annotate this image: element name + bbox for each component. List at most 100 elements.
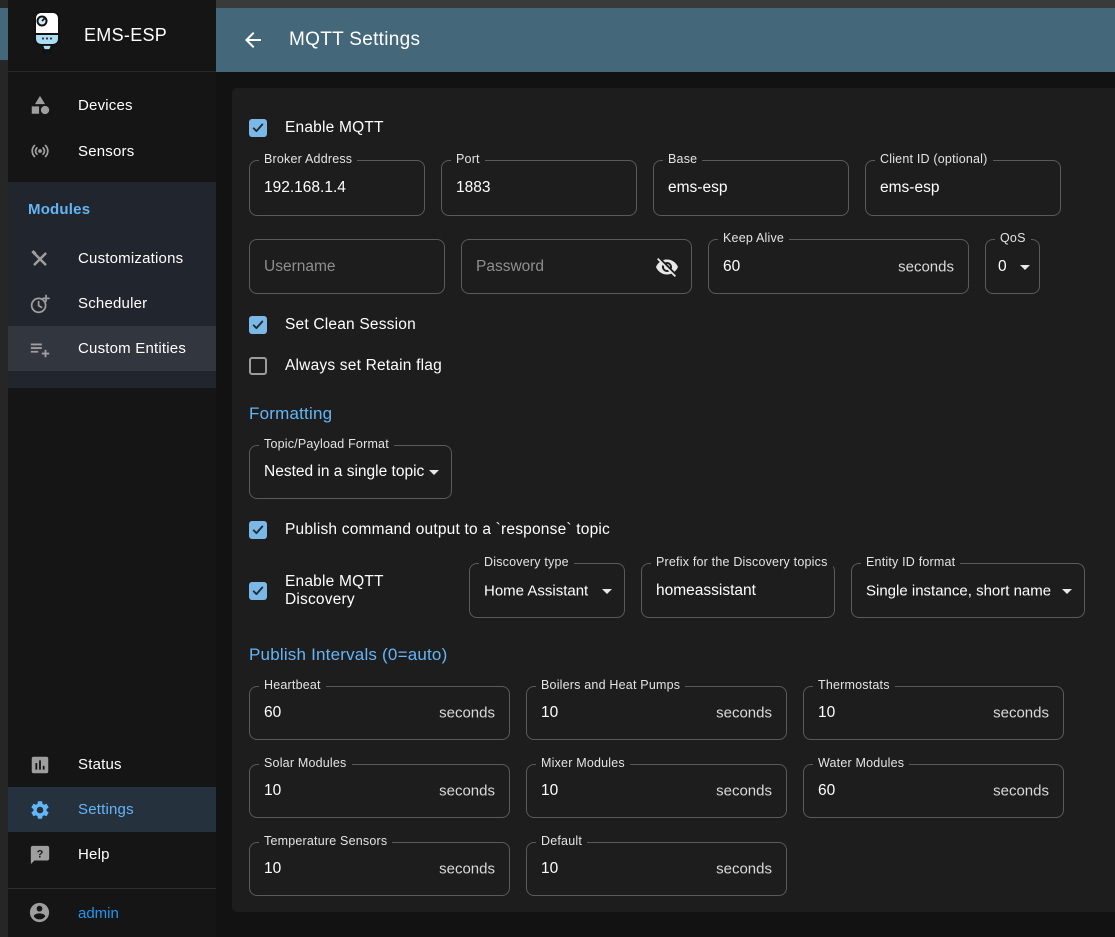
account-circle-icon (28, 901, 52, 925)
field-label: Mixer Modules (536, 756, 630, 770)
field-value: 10 (541, 860, 558, 878)
construction-icon (28, 247, 52, 271)
sidebar-item-label: Devices (78, 97, 133, 114)
publish-response-row: Publish command output to a `response` t… (249, 518, 1085, 542)
discovery-type-select[interactable]: Discovery type Home Assistant (469, 563, 625, 618)
water-interval-field[interactable]: Water Modules 60 seconds (803, 764, 1064, 818)
base-field[interactable]: Base ems-esp (653, 160, 849, 216)
field-label: Broker Address (259, 152, 357, 166)
intervals-grid: Heartbeat 60 seconds Boilers and Heat Pu… (249, 686, 1085, 896)
entity-id-format-select[interactable]: Entity ID format Single instance, short … (851, 563, 1085, 618)
chevron-down-icon (1062, 589, 1072, 594)
set-clean-session-checkbox[interactable] (249, 316, 267, 334)
field-label: Base (663, 152, 702, 166)
field-value: 10 (264, 860, 281, 878)
retain-flag-checkbox[interactable] (249, 357, 267, 375)
keep-alive-field[interactable]: Keep Alive 60 seconds (708, 239, 969, 294)
field-value: 10 (264, 782, 281, 800)
app-title: EMS-ESP (84, 25, 167, 46)
sidebar-nav-bottom: Status Settings ? Help (8, 742, 216, 877)
enable-discovery-label: Enable MQTT Discovery (285, 573, 429, 609)
field-label: QoS (995, 231, 1031, 245)
sidebar-item-scheduler[interactable]: Scheduler (8, 281, 216, 326)
broker-fields-row: Broker Address 192.168.1.4 Port 1883 Bas… (249, 160, 1085, 216)
enable-discovery-checkbox[interactable] (249, 582, 267, 600)
sidebar-item-label: Customizations (78, 250, 183, 267)
category-icon (28, 93, 52, 117)
sidebar-item-devices[interactable]: Devices (8, 82, 216, 128)
publish-response-checkbox[interactable] (249, 521, 267, 539)
field-label: Heartbeat (259, 678, 326, 692)
sidebar-modules-section: Modules Customizations (8, 182, 216, 388)
sidebar-spacer (8, 388, 216, 742)
qos-select[interactable]: QoS 0 (985, 239, 1040, 294)
field-value: 192.168.1.4 (264, 179, 346, 197)
field-suffix: seconds (439, 861, 495, 878)
temperature-interval-field[interactable]: Temperature Sensors 10 seconds (249, 842, 510, 896)
help-icon: ? (28, 843, 52, 867)
retain-flag-label: Always set Retain flag (285, 357, 442, 375)
modules-section-label: Modules (8, 182, 216, 236)
field-value: 60 (818, 782, 835, 800)
sidebar-user-row[interactable]: admin (8, 889, 216, 937)
sidebar-nav-top: Devices Sensors (8, 72, 216, 182)
eye-off-icon[interactable] (655, 255, 679, 279)
field-value: 60 (264, 704, 281, 722)
mqtt-settings-screen: EMS-ESP Devices (0, 0, 1115, 937)
sidebar-item-customizations[interactable]: Customizations (8, 236, 216, 281)
discovery-prefix-field[interactable]: Prefix for the Discovery topics homeassi… (641, 563, 835, 618)
main-area: MQTT Settings Enable MQTT Broker Address… (216, 0, 1115, 937)
field-label: Entity ID format (861, 555, 960, 569)
field-value: 1883 (456, 179, 490, 197)
field-label: Port (451, 152, 485, 166)
page-edge-sliver (0, 0, 8, 937)
password-field[interactable]: Password (461, 239, 692, 294)
discovery-row: Enable MQTT Discovery Discovery type Hom… (249, 563, 1085, 618)
enable-mqtt-checkbox[interactable] (249, 119, 267, 137)
port-field[interactable]: Port 1883 (441, 160, 637, 216)
field-value: 10 (541, 782, 558, 800)
field-value: 10 (541, 704, 558, 722)
thermostats-interval-field[interactable]: Thermostats 10 seconds (803, 686, 1064, 740)
chevron-down-icon (429, 470, 439, 475)
field-value: 0 (998, 258, 1007, 276)
sidebar-item-settings[interactable]: Settings (8, 787, 216, 832)
settings-card: Enable MQTT Broker Address 192.168.1.4 P… (232, 88, 1115, 912)
field-label: Temperature Sensors (259, 834, 392, 848)
sidebar-item-custom-entities[interactable]: Custom Entities (8, 326, 216, 371)
back-arrow-icon[interactable] (241, 27, 267, 53)
boilers-interval-field[interactable]: Boilers and Heat Pumps 10 seconds (526, 686, 787, 740)
field-label: Boilers and Heat Pumps (536, 678, 685, 692)
mixer-interval-field[interactable]: Mixer Modules 10 seconds (526, 764, 787, 818)
sidebar-item-help[interactable]: ? Help (8, 832, 216, 877)
sidebar-item-sensors[interactable]: Sensors (8, 128, 216, 174)
topic-payload-format-select[interactable]: Topic/Payload Format Nested in a single … (249, 445, 452, 499)
default-interval-field[interactable]: Default 10 seconds (526, 842, 787, 896)
app-bar: MQTT Settings (216, 8, 1115, 72)
solar-interval-field[interactable]: Solar Modules 10 seconds (249, 764, 510, 818)
gear-icon (28, 798, 52, 822)
sidebar-item-label: Scheduler (78, 295, 147, 312)
username-field[interactable]: Username (249, 239, 445, 294)
page-title: MQTT Settings (289, 29, 420, 51)
sidebar-item-status[interactable]: Status (8, 742, 216, 787)
field-value: Home Assistant (484, 582, 588, 599)
field-suffix: seconds (716, 705, 772, 722)
sensors-icon (28, 139, 52, 163)
field-value: 60 (723, 258, 740, 276)
client-id-field[interactable]: Client ID (optional) ems-esp (865, 160, 1061, 216)
field-label: Prefix for the Discovery topics (651, 555, 833, 569)
heartbeat-interval-field[interactable]: Heartbeat 60 seconds (249, 686, 510, 740)
field-suffix: seconds (898, 258, 954, 275)
broker-address-field[interactable]: Broker Address 192.168.1.4 (249, 160, 425, 216)
field-label: Default (536, 834, 587, 848)
field-value: ems-esp (880, 179, 939, 197)
boiler-logo-icon (28, 10, 66, 61)
sidebar-item-label: Status (78, 756, 122, 773)
field-label: Client ID (optional) (875, 152, 993, 166)
field-value: Nested in a single topic (264, 463, 424, 481)
field-value: homeassistant (656, 582, 756, 600)
field-value: Single instance, short name (866, 582, 1051, 599)
more-time-icon (28, 292, 52, 316)
credentials-row: Username Password Keep Alive 60 seconds (249, 239, 1085, 294)
